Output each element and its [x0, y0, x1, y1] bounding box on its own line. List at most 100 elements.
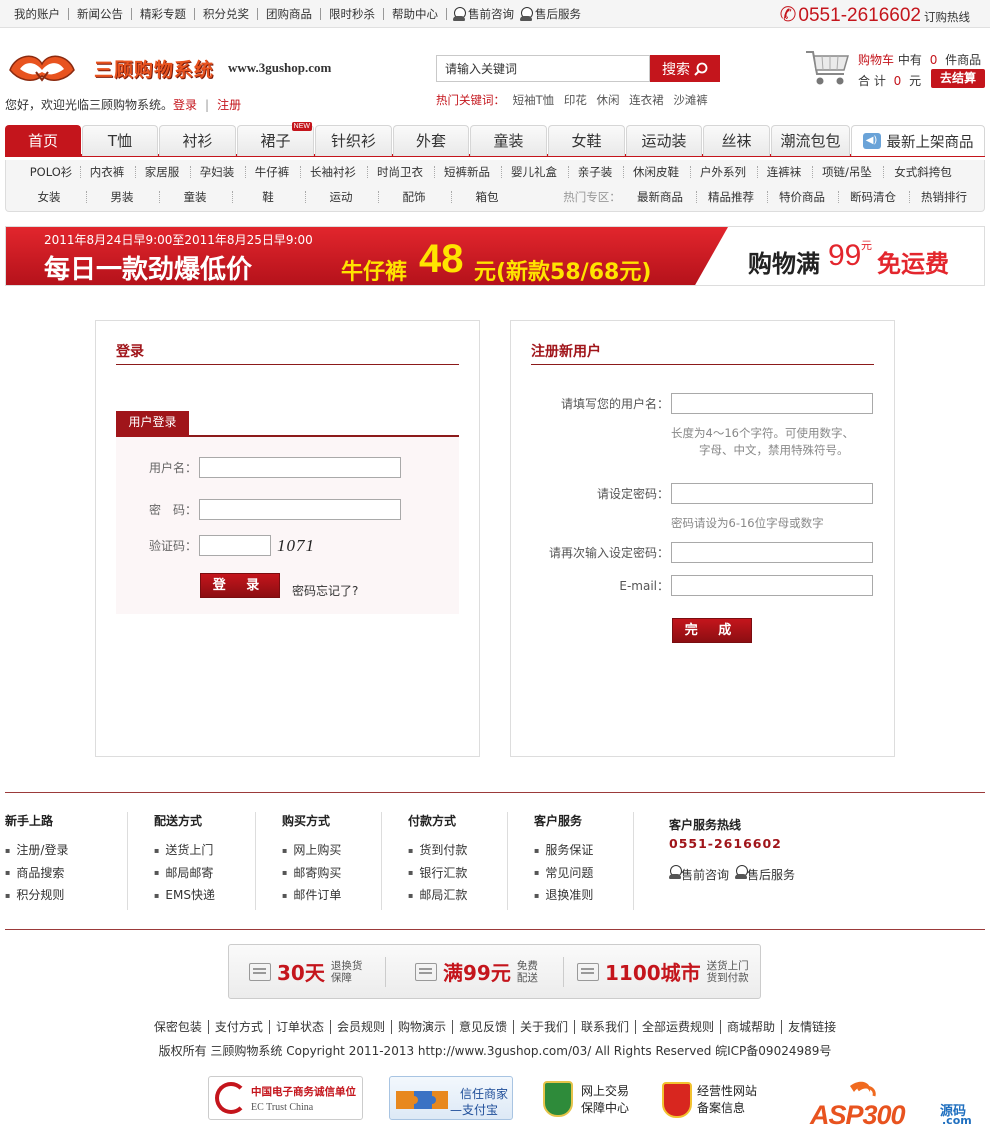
- subnav-link[interactable]: 长袖衬衫: [304, 164, 362, 180]
- subnav-link[interactable]: 女式斜挎包: [887, 164, 959, 180]
- footer-link[interactable]: 常见问题: [534, 862, 593, 885]
- nav-tab-bags[interactable]: 潮流包包: [771, 125, 850, 156]
- subnav-link[interactable]: 内衣裤: [84, 164, 130, 180]
- nav-tab-kids[interactable]: 童装: [470, 125, 547, 156]
- nav-tab-tshirt[interactable]: T恤: [82, 125, 158, 156]
- subnav-link[interactable]: 孕妇装: [194, 164, 240, 180]
- top-link-account[interactable]: 我的账户: [6, 8, 69, 20]
- subnav-link[interactable]: 男装: [97, 189, 147, 205]
- online-trade-badge[interactable]: 网上交易 保障中心: [543, 1076, 643, 1122]
- nav-tab-stockings[interactable]: 丝袜: [703, 125, 770, 156]
- reg-password2-input[interactable]: [671, 542, 873, 563]
- subnav-link[interactable]: 牛仔裤: [249, 164, 295, 180]
- footer-link[interactable]: EMS快递: [154, 884, 215, 907]
- search-button[interactable]: 搜索: [650, 55, 720, 82]
- nav-tab-sportswear[interactable]: 运动装: [626, 125, 702, 156]
- footer-link[interactable]: 服务保证: [534, 839, 593, 862]
- footer-bottom-link[interactable]: 友情链接: [782, 1020, 842, 1034]
- top-link-news[interactable]: 新闻公告: [69, 8, 132, 20]
- footer-bottom-link[interactable]: 支付方式: [208, 1020, 270, 1034]
- footer-link[interactable]: 注册/登录: [5, 839, 68, 862]
- username-input[interactable]: [199, 457, 401, 478]
- footer-link[interactable]: 邮局邮寄: [154, 862, 215, 885]
- footer-link[interactable]: 送货上门: [154, 839, 215, 862]
- promo-banner[interactable]: 2011年8月24日早9:00至2011年8月25日早9:00 每日一款劲爆低价…: [5, 226, 985, 286]
- footer-bottom-link[interactable]: 关于我们: [514, 1020, 576, 1034]
- footer-bottom-link[interactable]: 购物演示: [391, 1020, 453, 1034]
- business-record-badge[interactable]: 经营性网站 备案信息: [662, 1076, 772, 1122]
- top-link-group-buy[interactable]: 团购商品: [258, 8, 321, 20]
- register-submit-button[interactable]: 完 成: [672, 618, 752, 643]
- hot-zone-link[interactable]: 热销排行: [914, 189, 974, 205]
- site-logo[interactable]: 三顾购物系统 www.3gushop.com: [6, 50, 331, 86]
- nav-tab-new-arrivals[interactable]: ◀) 最新上架商品: [851, 125, 985, 156]
- subnav-link[interactable]: 亲子装: [572, 164, 618, 180]
- reg-password-input[interactable]: [671, 483, 873, 504]
- footer-bottom-link[interactable]: 联系我们: [575, 1020, 637, 1034]
- aftersale-service-link[interactable]: 售后服务: [520, 6, 581, 22]
- password-input[interactable]: [199, 499, 401, 520]
- asp300-logo[interactable]: ASP300 源码 .com: [810, 1078, 972, 1131]
- subnav-link[interactable]: 箱包: [462, 189, 512, 205]
- tab-user-login[interactable]: 用户登录: [116, 411, 189, 437]
- subnav-link[interactable]: 休闲皮鞋: [627, 164, 685, 180]
- footer-bottom-link[interactable]: 订单状态: [269, 1020, 331, 1034]
- footer-link[interactable]: 退换准则: [534, 884, 593, 907]
- search-input[interactable]: [436, 55, 650, 82]
- subnav-link[interactable]: 女装: [24, 189, 74, 205]
- reg-email-input[interactable]: [671, 575, 873, 596]
- footer-aftersale-link[interactable]: 售后服务: [735, 865, 795, 883]
- hot-keyword[interactable]: 连衣裙: [629, 93, 664, 107]
- hot-zone-link[interactable]: 断码清仓: [843, 189, 903, 205]
- footer-bottom-link[interactable]: 会员规则: [330, 1020, 392, 1034]
- top-link-topics[interactable]: 精彩专题: [132, 8, 195, 20]
- hot-keyword[interactable]: 印花: [564, 93, 587, 107]
- footer-bottom-link[interactable]: 全部运费规则: [636, 1020, 722, 1034]
- shopping-cart-icon[interactable]: [804, 48, 850, 88]
- nav-tab-women-shoes[interactable]: 女鞋: [548, 125, 625, 156]
- alipay-trust-badge[interactable]: 信任商家 —支付宝: [389, 1076, 513, 1120]
- captcha-input[interactable]: [199, 535, 271, 556]
- hot-zone-link[interactable]: 特价商品: [772, 189, 832, 205]
- login-submit-button[interactable]: 登 录: [200, 573, 280, 598]
- nav-tab-shirt[interactable]: 衬衫: [159, 125, 236, 156]
- hot-zone-link[interactable]: 精品推荐: [701, 189, 761, 205]
- hot-keyword[interactable]: 短袖T恤: [513, 93, 555, 107]
- nav-tab-skirt[interactable]: 裙子 NEW: [237, 122, 314, 156]
- hot-keyword[interactable]: 沙滩裤: [673, 93, 708, 107]
- top-link-flash-sale[interactable]: 限时秒杀: [321, 8, 384, 20]
- nav-tab-knitwear[interactable]: 针织衫: [315, 125, 392, 156]
- footer-link[interactable]: 商品搜索: [5, 862, 68, 885]
- login-link[interactable]: 登录: [173, 98, 197, 112]
- subnav-link[interactable]: 户外系列: [694, 164, 752, 180]
- footer-link[interactable]: 邮寄购买: [282, 862, 341, 885]
- checkout-button[interactable]: 去结算: [931, 69, 985, 88]
- footer-link[interactable]: 网上购买: [282, 839, 341, 862]
- hot-zone-link[interactable]: 最新商品: [630, 189, 690, 205]
- ec-trust-badge[interactable]: 中国电子商务诚信单位 EC Trust China: [208, 1076, 363, 1120]
- forgot-password-link[interactable]: 密码忘记了?: [292, 582, 358, 599]
- nav-tab-home[interactable]: 首页: [5, 125, 81, 156]
- subnav-link[interactable]: 时尚卫衣: [371, 164, 429, 180]
- register-link[interactable]: 注册: [217, 98, 241, 112]
- subnav-link[interactable]: 运动: [316, 189, 366, 205]
- subnav-link[interactable]: 鞋: [243, 189, 293, 205]
- subnav-link[interactable]: 短裤新品: [438, 164, 496, 180]
- footer-link[interactable]: 货到付款: [408, 839, 467, 862]
- footer-link[interactable]: 邮件订单: [282, 884, 341, 907]
- subnav-link[interactable]: 连裤袜: [761, 164, 807, 180]
- footer-link[interactable]: 银行汇款: [408, 862, 467, 885]
- cart-link[interactable]: 购物车: [858, 53, 894, 67]
- footer-link[interactable]: 邮局汇款: [408, 884, 467, 907]
- subnav-link[interactable]: 配饰: [389, 189, 439, 205]
- nav-tab-coat[interactable]: 外套: [393, 125, 469, 156]
- subnav-link[interactable]: 家居服: [139, 164, 185, 180]
- subnav-link[interactable]: POLO衫: [26, 164, 76, 180]
- footer-presale-link[interactable]: 售前咨询: [669, 865, 729, 883]
- footer-bottom-link[interactable]: 保密包装: [147, 1020, 209, 1034]
- top-link-points[interactable]: 积分兑奖: [195, 8, 258, 20]
- reg-username-input[interactable]: [671, 393, 873, 414]
- captcha-image[interactable]: 1071: [277, 536, 315, 556]
- subnav-link[interactable]: 婴儿礼盒: [505, 164, 563, 180]
- hot-keyword[interactable]: 休闲: [597, 93, 620, 107]
